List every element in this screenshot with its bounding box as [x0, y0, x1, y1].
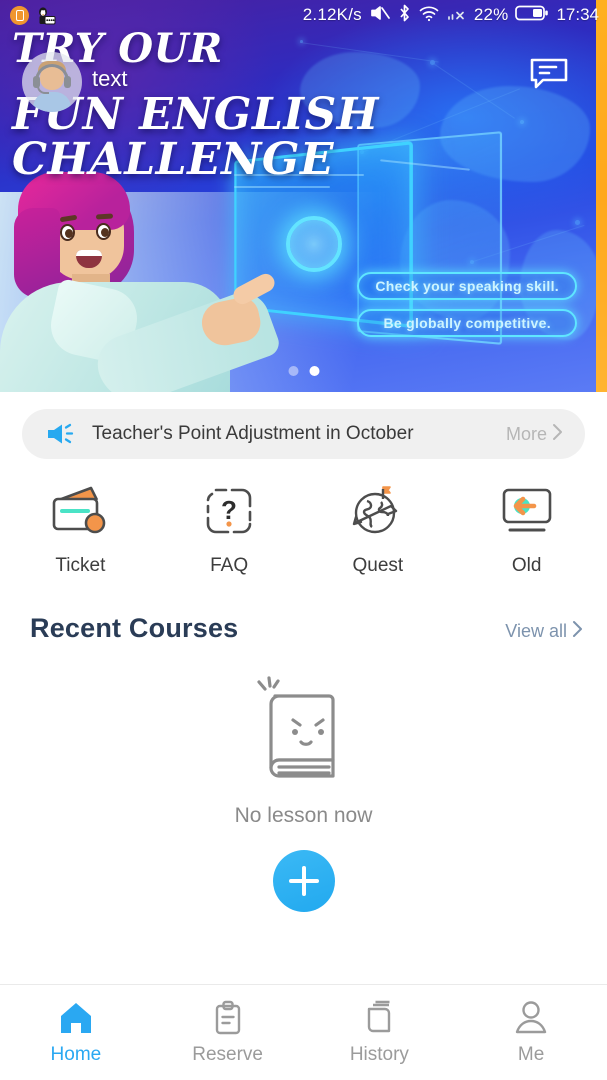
avatar-label: text	[92, 66, 128, 91]
tab-me[interactable]: Me	[455, 985, 607, 1080]
signal-off-icon	[447, 3, 467, 28]
app-orange-icon	[10, 5, 29, 25]
banner-pill: Check your speaking skill.	[357, 272, 577, 300]
quick-action-faq[interactable]: ? FAQ	[155, 481, 304, 577]
carousel-dot-active[interactable]	[309, 366, 319, 376]
announcement-text: Teacher's Point Adjustment in October	[92, 423, 414, 444]
status-bar: 2.12K/s 22% 17:34	[0, 0, 607, 30]
bottom-navigation: Home Reserve History Me	[0, 984, 607, 1080]
books-icon	[360, 999, 398, 1037]
tab-label: Home	[50, 1044, 102, 1065]
chat-bubble-icon[interactable]	[529, 56, 569, 92]
battery-percent: 22%	[473, 5, 509, 24]
quick-actions-row: Ticket ? FAQ Quest Old	[0, 481, 607, 577]
empty-state-text: No lesson now	[234, 804, 373, 827]
clipboard-icon	[209, 999, 247, 1037]
quick-action-quest[interactable]: Quest	[304, 481, 453, 577]
headline-line-1: TRY OUR	[12, 25, 223, 72]
view-all-link[interactable]: View all	[505, 620, 583, 643]
carousel-dots[interactable]	[288, 366, 319, 376]
view-all-label: View all	[505, 621, 567, 641]
tab-label: Me	[517, 1044, 545, 1065]
quick-action-ticket[interactable]: Ticket	[6, 481, 155, 577]
battery-icon	[515, 4, 549, 27]
book-face-icon	[245, 670, 363, 788]
avatar[interactable]	[22, 52, 82, 112]
banner-headline: TRY OUR FUN ENGLISH CHALLENGE	[12, 28, 592, 183]
wifi-icon	[418, 3, 440, 28]
penguin-icon	[36, 6, 56, 25]
quick-action-label: Quest	[352, 555, 404, 576]
quick-action-label: FAQ	[210, 555, 249, 576]
tab-label: History	[349, 1044, 409, 1065]
main-content: Teacher's Point Adjustment in October Mo…	[0, 392, 607, 984]
next-slide-strip[interactable]	[596, 0, 607, 392]
svg-text:?: ?	[221, 495, 237, 525]
chevron-right-icon	[572, 620, 583, 643]
tab-history[interactable]: History	[304, 985, 456, 1080]
add-lesson-button[interactable]	[272, 850, 335, 912]
announcement-more-label: More	[505, 423, 547, 444]
page-title: Recent Courses	[30, 613, 239, 643]
banner-feature-pills: Check your speaking skill. Be globally c…	[357, 272, 577, 337]
tab-label: Reserve	[192, 1044, 263, 1065]
volume-mute-icon	[369, 3, 391, 28]
home-icon	[57, 999, 95, 1037]
question-mark-icon: ?	[196, 481, 262, 541]
tab-reserve[interactable]: Reserve	[152, 985, 304, 1080]
announcement-bar[interactable]: Teacher's Point Adjustment in October Mo…	[22, 409, 585, 459]
empty-state: No lesson now	[0, 670, 607, 912]
recent-courses-header: Recent Courses View all	[30, 613, 583, 644]
wallet-icon	[47, 481, 113, 541]
tab-home[interactable]: Home	[0, 985, 152, 1080]
teacher-illustration	[0, 164, 330, 392]
megaphone-icon	[46, 422, 76, 446]
globe-flag-icon	[345, 481, 411, 541]
status-bar-right: 2.12K/s 22% 17:34	[303, 3, 599, 28]
quick-action-label: Ticket	[55, 555, 106, 576]
clock-time: 17:34	[556, 5, 599, 24]
monitor-back-arrow-icon	[494, 481, 560, 541]
announcement-more-link[interactable]: More	[506, 423, 563, 446]
carousel-dot[interactable]	[288, 366, 298, 376]
chevron-right-icon	[552, 423, 563, 446]
status-bar-left	[10, 5, 56, 25]
quick-action-label: Old	[511, 555, 542, 576]
banner-pill: Be globally competitive.	[357, 309, 577, 337]
headline-line-2: FUN ENGLISH CHALLENGE	[12, 88, 379, 186]
network-speed: 2.12K/s	[302, 5, 362, 24]
person-icon	[512, 999, 550, 1037]
quick-action-old[interactable]: Old	[452, 481, 601, 577]
bluetooth-icon	[398, 3, 411, 28]
promo-banner-carousel[interactable]: TRY OUR FUN ENGLISH CHALLENGE text Check…	[0, 0, 607, 392]
